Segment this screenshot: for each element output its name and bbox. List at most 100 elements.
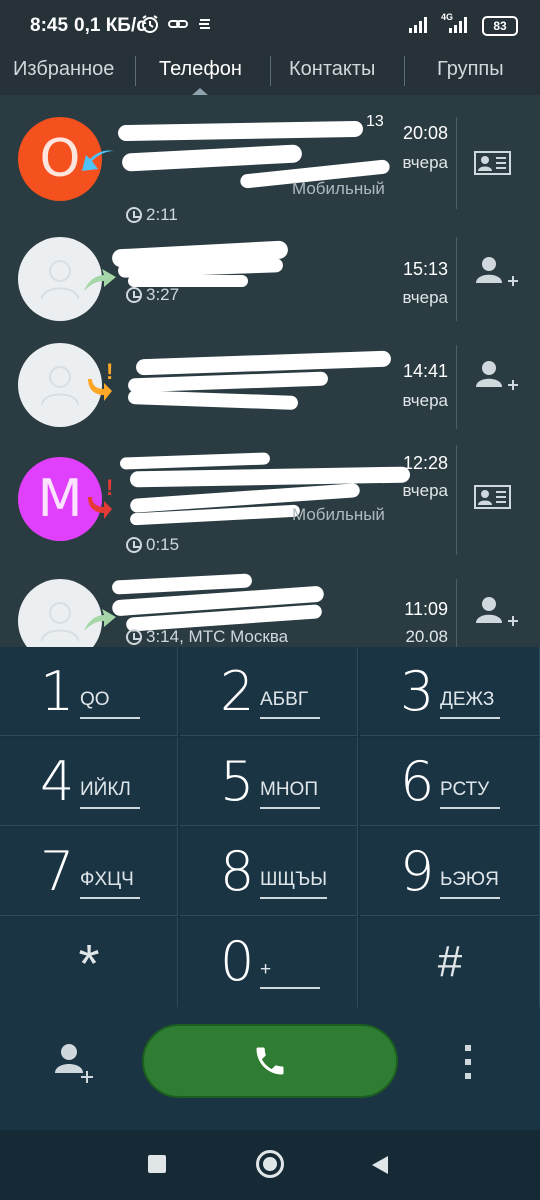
clock-icon: [126, 537, 142, 553]
dialpad: 1 QO 2 АБВГ 3 ДЕЖЗ 4 ИЙКЛ 5 МНОП 6 РСТУ …: [0, 647, 540, 1007]
redaction: [117, 120, 364, 142]
key-letters: МНОП: [260, 779, 320, 809]
call-date: 20.08: [405, 627, 448, 646]
call-time: 11:09: [404, 599, 448, 619]
dialpad-key-3[interactable]: 3 ДЕЖЗ: [360, 647, 540, 736]
more-vert-icon[interactable]: [456, 1041, 480, 1085]
row-divider: [456, 117, 457, 209]
status-network-speed: 0,1 КБ/с: [74, 15, 147, 36]
redaction: [135, 350, 392, 376]
status-bar: 8:45 0,1 КБ/с 4G 83: [0, 0, 540, 50]
tab-divider: [270, 56, 271, 86]
missed-count-badge: 13: [366, 113, 384, 130]
tab-groups[interactable]: Группы: [437, 58, 504, 81]
outgoing-call-icon: [84, 269, 116, 291]
dialpad-key-4[interactable]: 4 ИЙКЛ: [0, 737, 178, 826]
call-log-item[interactable]: ! 14:41 вчера: [0, 337, 540, 455]
back-icon[interactable]: [370, 1154, 390, 1176]
contact-card-icon[interactable]: [470, 143, 520, 183]
key-letters: АБВГ: [260, 689, 320, 719]
dialpad-key-0[interactable]: 0 +: [180, 917, 358, 1007]
call-date: вчера: [402, 481, 449, 500]
default-avatar-icon: [41, 602, 79, 642]
home-icon[interactable]: [256, 1150, 284, 1178]
add-contact-icon[interactable]: [470, 253, 520, 293]
key-digit: 8: [220, 840, 255, 903]
link-icon: [168, 20, 188, 28]
dialpad-key-2[interactable]: 2 АБВГ: [180, 647, 358, 736]
key-digit: 1: [40, 660, 75, 723]
call-duration: 3:14, МТС Москва: [146, 627, 289, 646]
phone-icon: [256, 1047, 284, 1075]
clock-icon: [126, 629, 142, 645]
call-button[interactable]: [142, 1024, 398, 1098]
call-number-type: Мобильный: [292, 179, 385, 198]
key-digit: 2: [220, 660, 255, 723]
call-duration: 0:15: [146, 535, 180, 554]
call-log-item[interactable]: О 13 Мобильный 2:11 20:08 вчера: [0, 103, 540, 224]
avatar-letter: О: [39, 129, 81, 189]
dialpad-key-7[interactable]: 7 ФХЦЧ: [0, 827, 178, 916]
call-log-item[interactable]: 3:14, МТС Москва 11:09 20.08: [0, 571, 540, 647]
dialpad-key-star[interactable]: *: [0, 917, 178, 1007]
dialpad-key-6[interactable]: 6 РСТУ: [360, 737, 540, 826]
add-contact-icon[interactable]: [50, 1041, 98, 1085]
dialpad-key-hash[interactable]: #: [360, 917, 540, 1007]
home-icon-dot: [263, 1157, 277, 1171]
missed-mark-icon: !: [106, 359, 114, 384]
tab-indicator: [192, 88, 208, 95]
battery-icon: 83: [482, 16, 518, 36]
key-letters: ИЙКЛ: [80, 779, 140, 809]
recents-icon[interactable]: [148, 1155, 166, 1173]
call-time: 14:41: [402, 361, 448, 381]
dialpad-key-5[interactable]: 5 МНОП: [180, 737, 358, 826]
call-date: вчера: [402, 153, 449, 172]
key-digit: 6: [400, 750, 435, 813]
call-duration: 2:11: [146, 205, 178, 224]
dialpad-key-1[interactable]: 1 QO: [0, 647, 178, 736]
signal-icon-1: [409, 17, 427, 33]
key-digit: 4: [40, 750, 75, 813]
call-date: вчера: [402, 288, 449, 307]
status-time: 8:45: [30, 15, 69, 36]
incoming-call-icon: [82, 150, 114, 171]
dialer-actions: [0, 1007, 540, 1130]
key-symbol: *: [78, 934, 100, 994]
key-digit: 5: [220, 750, 255, 813]
default-avatar-icon: [41, 260, 79, 300]
call-time: 12:28: [402, 453, 448, 473]
row-divider: [456, 237, 457, 321]
key-letters: РСТУ: [440, 779, 500, 809]
tab-divider: [135, 56, 136, 86]
call-log-list[interactable]: О 13 Мобильный 2:11 20:08 вчера 3:27 15:…: [0, 95, 540, 647]
key-letters: ЬЭЮЯ: [440, 869, 500, 899]
key-letters: ДЕЖЗ: [440, 689, 500, 719]
call-date: вчера: [402, 391, 449, 410]
tab-favorites[interactable]: Избранное: [13, 58, 114, 81]
tab-contacts[interactable]: Контакты: [289, 58, 375, 81]
call-time: 15:13: [402, 259, 448, 279]
signal-icon-2: [449, 17, 467, 33]
redaction: [121, 144, 303, 172]
contact-card-icon[interactable]: [470, 477, 520, 517]
row-divider: [456, 345, 457, 429]
key-digit: 7: [40, 840, 75, 903]
call-log-item[interactable]: М ! Мобильный 0:15 12:28 вчера: [0, 441, 540, 559]
top-area: 8:45 0,1 КБ/с 4G 83 Избранное Телефон Ко…: [0, 0, 540, 95]
battery-level: 83: [493, 19, 507, 33]
tab-divider: [404, 56, 405, 86]
dialpad-key-8[interactable]: 8 ШЩЪЫ: [180, 827, 358, 916]
key-digit: 0: [220, 930, 255, 993]
add-contact-icon[interactable]: [470, 357, 520, 397]
add-contact-icon[interactable]: [470, 593, 520, 633]
tab-phone[interactable]: Телефон: [159, 58, 242, 81]
avatar-letter: М: [37, 469, 83, 529]
call-number-type: Мобильный: [292, 505, 385, 524]
key-digit: 9: [400, 840, 435, 903]
call-log-item[interactable]: 3:27 15:13 вчера: [0, 229, 540, 347]
system-nav-bar: [0, 1130, 540, 1200]
redaction: [119, 452, 271, 470]
key-letters: +: [260, 959, 320, 989]
dialpad-key-9[interactable]: 9 ЬЭЮЯ: [360, 827, 540, 916]
redaction: [127, 390, 299, 410]
